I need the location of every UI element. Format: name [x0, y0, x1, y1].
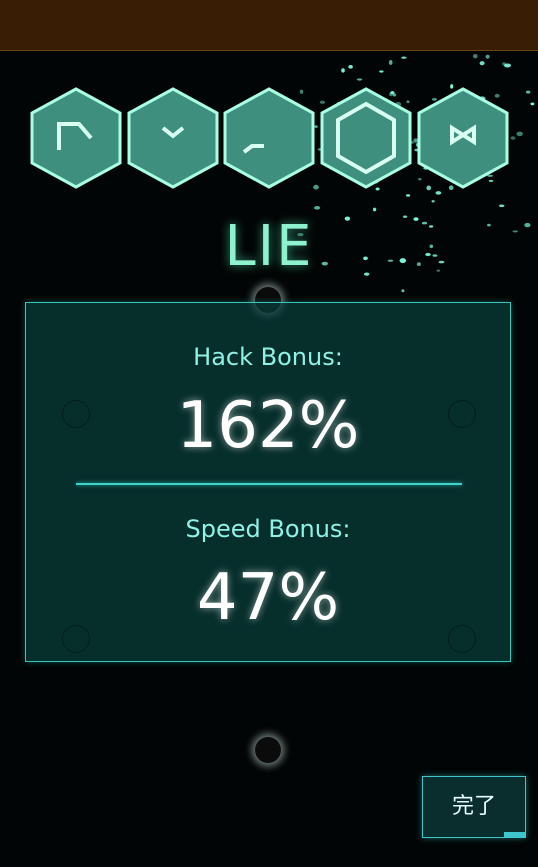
done-button[interactable]: 完了 — [422, 776, 526, 838]
particle — [379, 70, 384, 73]
particle — [435, 191, 442, 195]
done-button-label: 完了 — [451, 794, 496, 819]
top-status-bar — [0, 0, 538, 51]
divider — [76, 483, 462, 485]
hack-bonus-label: Hack Bonus: — [193, 343, 343, 371]
glyph-chevron-icon — [126, 86, 220, 190]
particle — [401, 289, 405, 293]
particle — [341, 68, 345, 73]
particle — [473, 54, 478, 59]
button-corner-accent — [504, 832, 526, 838]
particle — [431, 200, 435, 203]
particle — [314, 206, 321, 210]
particle — [485, 54, 490, 59]
portal-node — [255, 737, 281, 763]
glyph-bowtie-icon — [416, 86, 510, 190]
particle — [348, 65, 353, 69]
particle — [388, 60, 393, 65]
glyph-word: LIE — [224, 214, 314, 279]
hack-bonus-value: 162% — [176, 389, 360, 463]
particle — [356, 78, 363, 81]
speed-bonus-label: Speed Bonus: — [185, 515, 351, 543]
glyph-slash-icon — [222, 86, 316, 190]
glyph-hexagon-icon — [319, 86, 413, 190]
glyph-sequence — [0, 86, 538, 191]
particle — [504, 63, 511, 68]
particle — [498, 204, 505, 208]
particle — [372, 207, 377, 212]
speed-bonus-value: 47% — [196, 561, 340, 635]
results-panel: Hack Bonus: 162% Speed Bonus: 47% — [25, 302, 511, 662]
particle — [479, 61, 485, 66]
particle — [502, 62, 507, 66]
glyph-corner-icon — [29, 86, 123, 190]
particle — [406, 194, 411, 197]
particle — [401, 56, 407, 59]
